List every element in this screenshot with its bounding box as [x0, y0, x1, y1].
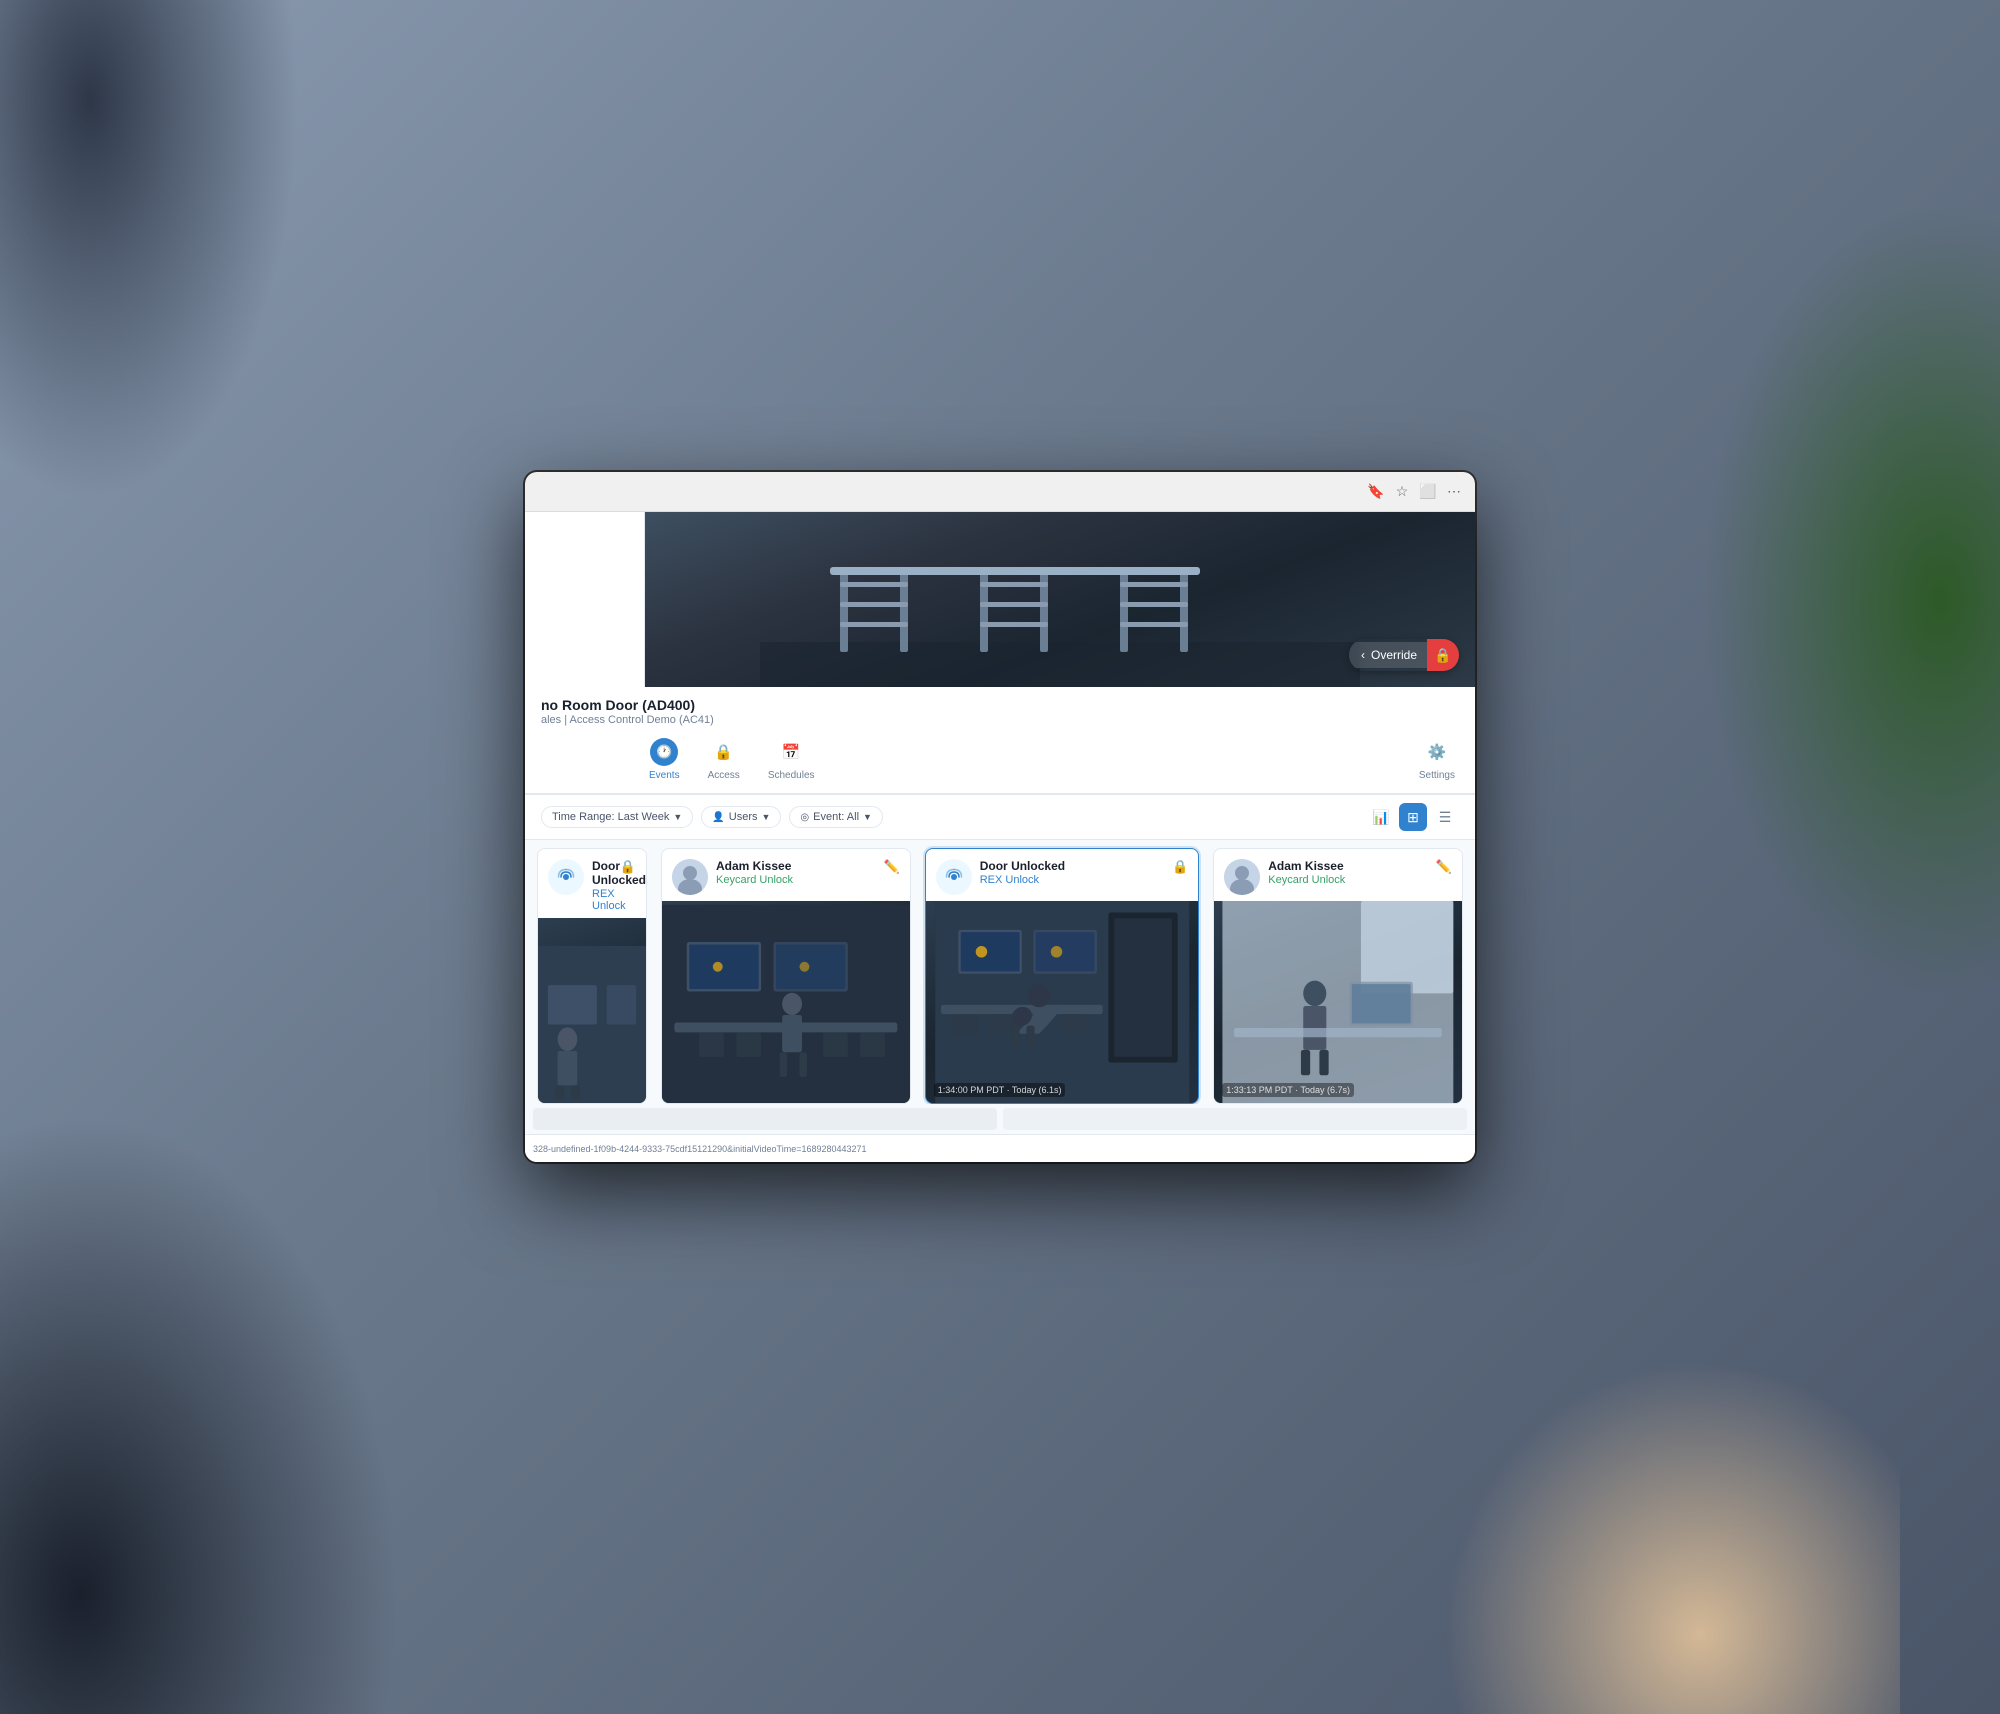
url-text: 328-undefined-1f09b-4244-9333-75cdf15121… [533, 1144, 867, 1154]
menu-icon[interactable]: ⋯ [1445, 483, 1463, 501]
time-range-filter[interactable]: Time Range: Last Week ▼ [541, 806, 693, 828]
event-2-type: Keycard Unlock [716, 874, 876, 886]
tab-settings[interactable]: ⚙️ Settings [1415, 730, 1459, 789]
event-3-name: Door Unlocked [980, 859, 1164, 873]
override-lock-btn[interactable]: 🔒 [1427, 639, 1459, 671]
grid-view-btn[interactable]: ⊞ [1399, 803, 1427, 831]
star-icon[interactable]: ☆ [1393, 483, 1411, 501]
event-4-type: Keycard Unlock [1268, 874, 1428, 886]
tab-access-label: Access [708, 770, 740, 781]
view-toggle: 📊 ⊞ ☰ [1367, 803, 1459, 831]
list-icon: ☰ [1439, 809, 1452, 826]
event-2-name: Adam Kissee [716, 859, 876, 873]
event-1-camera [538, 918, 646, 1103]
tab-events[interactable]: 🕐 Events [645, 730, 684, 789]
event-3-lock-icon: 🔒 [1172, 859, 1188, 875]
hand-bg-bottom-right [1400, 1314, 1900, 1714]
users-icon: 👤 [712, 812, 724, 823]
tab-schedules[interactable]: 📅 Schedules [764, 730, 819, 789]
url-bar: 328-undefined-1f09b-4244-9333-75cdf15121… [525, 1134, 1475, 1162]
event-filter-chevron-icon: ▼ [863, 812, 872, 822]
event-1-type: REX Unlock [592, 888, 612, 912]
time-range-chevron-icon: ▼ [673, 812, 682, 822]
person-bg-bottom-left [0, 1114, 400, 1714]
users-label: Users [729, 811, 758, 823]
event-4-avatar [1224, 859, 1260, 895]
event-card-4[interactable]: Adam Kissee Keycard Unlock ✏️ [1213, 848, 1463, 1104]
event-2-avatar [672, 859, 708, 895]
event-3-timestamp: 1:34:00 PM PDT · Today (6.1s) [934, 1083, 1066, 1097]
event-3-type: REX Unlock [980, 874, 1164, 886]
event-1-lock-icon: 🔒 [620, 859, 636, 875]
event-3-avatar [936, 859, 972, 895]
app-content: ‹ Override 🔒 no Room Door (AD400) ales |… [525, 512, 1475, 1162]
bar-chart-view-btn[interactable]: 📊 [1367, 803, 1395, 831]
camera-feed-hero: ‹ Override 🔒 [645, 512, 1475, 687]
override-back-btn[interactable]: ‹ Override [1349, 642, 1427, 668]
bookmark-icon[interactable]: 🔖 [1367, 483, 1385, 501]
event-card-2[interactable]: Adam Kissee Keycard Unlock ✏️ [661, 848, 911, 1104]
tab-settings-label: Settings [1419, 770, 1455, 781]
users-filter[interactable]: 👤 Users ▼ [701, 806, 781, 828]
back-chevron-icon: ‹ [1361, 648, 1365, 662]
event-4-edit-icon: ✏️ [1436, 859, 1452, 875]
bar-chart-icon: 📊 [1372, 809, 1389, 826]
tab-events-label: Events [649, 770, 680, 781]
event-4-name: Adam Kissee [1268, 859, 1428, 873]
grid-icon: ⊞ [1407, 809, 1419, 826]
filter-bar: Time Range: Last Week ▼ 👤 Users ▼ ◎ Even… [525, 795, 1475, 840]
event-1-avatar [548, 859, 584, 895]
event-2-edit-icon: ✏️ [884, 859, 900, 875]
monitor: 🔖 ☆ ⬜ ⋯ [525, 472, 1475, 1162]
event-filter[interactable]: ◎ Event: All ▼ [789, 806, 883, 828]
time-range-label: Time Range: Last Week [552, 811, 669, 823]
tab-access[interactable]: 🔒 Access [704, 730, 744, 789]
list-view-btn[interactable]: ☰ [1431, 803, 1459, 831]
door-name: no Room Door (AD400) [541, 697, 714, 713]
event-filter-label: Event: All [813, 811, 859, 823]
event-3-camera: 1:34:00 PM PDT · Today (6.1s) [926, 901, 1199, 1103]
override-label: Override [1371, 648, 1417, 662]
fullscreen-icon[interactable]: ⬜ [1419, 483, 1437, 501]
browser-chrome: 🔖 ☆ ⬜ ⋯ [525, 472, 1475, 512]
nav-tab-row: 🕐 Events 🔒 Access 📅 Schedules ⚙️ Setting… [525, 726, 1475, 794]
event-filter-icon: ◎ [800, 812, 809, 823]
plant-bg-right [1700, 200, 2000, 1000]
door-subtitle: ales | Access Control Demo (AC41) [541, 714, 714, 726]
event-2-camera [662, 901, 910, 1103]
event-4-timestamp: 1:33:13 PM PDT · Today (6.7s) [1222, 1083, 1354, 1097]
override-button[interactable]: ‹ Override 🔒 [1349, 639, 1459, 671]
lock-icon: 🔒 [1434, 647, 1451, 664]
event-card-3[interactable]: Door Unlocked REX Unlock 🔒 [925, 848, 1200, 1104]
tab-schedules-label: Schedules [768, 770, 815, 781]
person-bg-top-left [0, 0, 300, 500]
users-chevron-icon: ▼ [762, 812, 771, 822]
event-1-name: Door Unlocked [592, 859, 612, 887]
event-4-camera: 1:33:13 PM PDT · Today (6.7s) [1214, 901, 1462, 1103]
event-card-1[interactable]: Door Unlocked REX Unlock 🔒 [537, 848, 647, 1104]
